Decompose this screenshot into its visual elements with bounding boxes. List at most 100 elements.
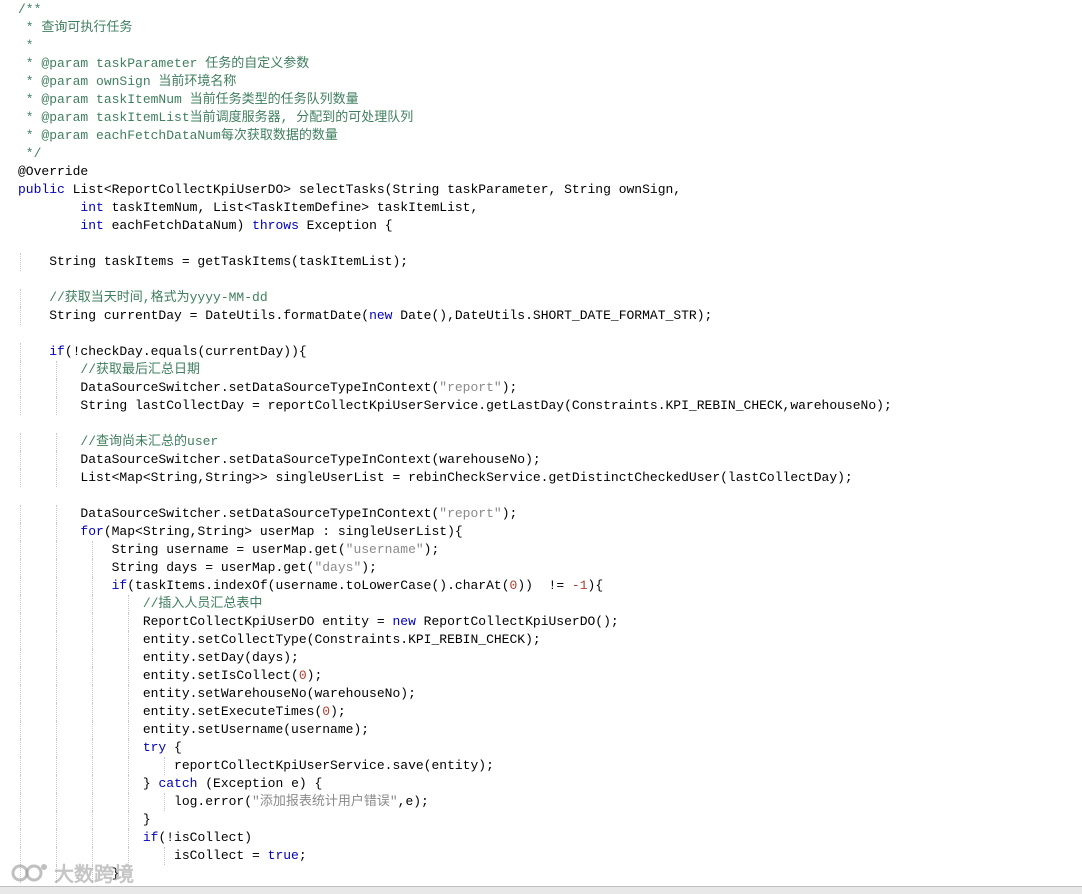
code-token: /** bbox=[18, 2, 42, 17]
indent-guide bbox=[20, 451, 21, 469]
code-line: DataSourceSwitcher.setDataSourceTypeInCo… bbox=[18, 451, 892, 469]
indent-guide bbox=[163, 757, 165, 775]
indent-guide bbox=[127, 631, 129, 649]
code-token: } bbox=[18, 812, 151, 827]
indent-guide bbox=[55, 649, 57, 667]
indent-guide bbox=[91, 685, 93, 703]
code-token: (taskItems.indexOf(username.toLowerCase(… bbox=[127, 578, 510, 593]
code-token: 0 bbox=[322, 704, 331, 719]
code-line: @Override bbox=[18, 163, 892, 181]
indent-guide bbox=[91, 541, 93, 559]
code-token: //查询尚未汇总的user bbox=[18, 434, 219, 449]
indent-guide bbox=[91, 667, 93, 685]
code-line: } bbox=[18, 811, 892, 829]
code-text-area[interactable]: /** * 查询可执行任务 * * @param taskParameter 任… bbox=[18, 1, 892, 883]
code-token: (Map<String,String> userMap : singleUser… bbox=[103, 524, 463, 539]
indent-guide bbox=[127, 793, 129, 811]
indent-guide bbox=[55, 451, 57, 469]
indent-guide bbox=[55, 469, 57, 487]
indent-guide bbox=[20, 523, 21, 541]
code-token: taskItemNum 当前任务类型的任务队列数量 bbox=[88, 92, 359, 107]
code-token: reportCollectKpiUserService.save(entity)… bbox=[18, 758, 494, 773]
indent-guide bbox=[55, 595, 57, 613]
code-line: String taskItems = getTaskItems(taskItem… bbox=[18, 253, 892, 271]
code-token: new bbox=[369, 308, 393, 323]
indent-guide bbox=[55, 793, 57, 811]
indent-guide bbox=[55, 433, 57, 451]
code-token: DataSourceSwitcher.setDataSourceTypeInCo… bbox=[18, 506, 440, 521]
code-token: int bbox=[80, 200, 104, 215]
indent-guide bbox=[20, 559, 21, 577]
code-token: try bbox=[142, 740, 167, 755]
code-token: if bbox=[111, 578, 128, 593]
code-token: true bbox=[267, 848, 299, 863]
code-token: @param bbox=[41, 128, 89, 143]
watermark: 大数跨境 bbox=[10, 857, 134, 887]
code-token: ; bbox=[298, 848, 307, 863]
indent-guide bbox=[20, 289, 21, 307]
code-token: entity.setWarehouseNo(warehouseNo); bbox=[18, 686, 416, 701]
indent-guide bbox=[163, 847, 165, 865]
code-editor[interactable]: /** * 查询可执行任务 * * @param taskParameter 任… bbox=[0, 0, 1082, 886]
code-token: (!isCollect) bbox=[158, 830, 253, 845]
indent-guide bbox=[55, 829, 57, 847]
code-token: ); bbox=[501, 506, 518, 521]
indent-guide bbox=[127, 595, 129, 613]
code-token: "report" bbox=[439, 380, 502, 395]
indent-guide bbox=[20, 433, 21, 451]
code-token: @param bbox=[41, 92, 89, 107]
code-token: for bbox=[80, 524, 104, 539]
indent-guide bbox=[20, 793, 21, 811]
code-token: ); bbox=[330, 704, 346, 719]
code-token: //获取当天时间,格式为yyyy-MM-dd bbox=[18, 290, 268, 305]
indent-guide bbox=[20, 379, 21, 397]
code-line: entity.setUsername(username); bbox=[18, 721, 892, 739]
indent-guide bbox=[55, 541, 57, 559]
code-token: @param bbox=[41, 110, 89, 125]
code-line: int taskItemNum, List<TaskItemDefine> ta… bbox=[18, 199, 892, 217]
indent-guide bbox=[20, 613, 21, 631]
code-token: ); bbox=[306, 668, 323, 683]
code-token: String days = userMap.get( bbox=[18, 560, 315, 575]
indent-guide bbox=[127, 685, 129, 703]
code-token: * bbox=[18, 128, 42, 143]
indent-guide bbox=[127, 757, 129, 775]
indent-guide bbox=[20, 361, 21, 379]
code-line: if(!isCollect) bbox=[18, 829, 892, 847]
indent-guide bbox=[91, 703, 93, 721]
indent-guide bbox=[55, 559, 57, 577]
indent-guide bbox=[20, 829, 21, 847]
code-line: try { bbox=[18, 739, 892, 757]
code-token: DataSourceSwitcher.setDataSourceTypeInCo… bbox=[18, 452, 541, 467]
indent-guide bbox=[55, 703, 57, 721]
indent-guide bbox=[20, 667, 21, 685]
indent-guide bbox=[127, 739, 129, 757]
code-token: "report" bbox=[439, 506, 502, 521]
indent-guide bbox=[55, 667, 57, 685]
indent-guide bbox=[20, 739, 21, 757]
code-line: //插入人员汇总表中 bbox=[18, 595, 892, 613]
indent-guide bbox=[20, 757, 21, 775]
indent-guide bbox=[91, 793, 93, 811]
code-token: taskParameter 任务的自定义参数 bbox=[88, 56, 310, 71]
code-token: entity.setExecuteTimes( bbox=[18, 704, 323, 719]
code-token: ); bbox=[501, 380, 518, 395]
code-token: * bbox=[18, 74, 42, 89]
code-token: //获取最后汇总日期 bbox=[18, 362, 201, 377]
indent-guide bbox=[127, 811, 129, 829]
code-token: catch bbox=[158, 776, 198, 791]
indent-guide bbox=[127, 775, 129, 793]
indent-guide bbox=[91, 775, 93, 793]
code-line: if(!checkDay.equals(currentDay)){ bbox=[18, 343, 892, 361]
indent-guide bbox=[91, 811, 93, 829]
code-token: entity.setUsername(username); bbox=[18, 722, 370, 737]
indent-guide bbox=[55, 577, 57, 595]
code-line: String username = userMap.get("username"… bbox=[18, 541, 892, 559]
code-token: @param bbox=[41, 74, 89, 89]
code-token: 0 bbox=[298, 668, 307, 683]
code-token: taskItemNum, List<TaskItemDefine> taskIt… bbox=[103, 200, 479, 215]
code-token: List<Map<String,String>> singleUserList … bbox=[18, 470, 853, 485]
